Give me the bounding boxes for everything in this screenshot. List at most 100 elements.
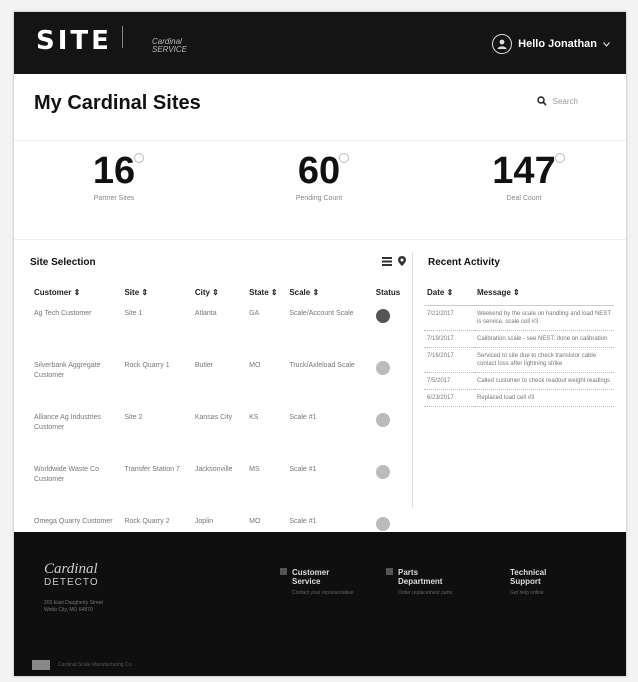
cell-status xyxy=(372,465,410,517)
footer-col-title-1: Customer xyxy=(292,568,330,577)
table-row[interactable]: 7/16/2017 Serviced to site due to check … xyxy=(424,347,614,373)
search-box[interactable]: Search xyxy=(536,96,578,106)
table-row[interactable]: 6/23/2017 Replaced load cell #3 xyxy=(424,389,614,407)
footer-col-sub: Contact your representative xyxy=(292,590,354,596)
phone-icon xyxy=(280,568,287,575)
status-indicator-icon xyxy=(375,413,390,427)
status-indicator-icon xyxy=(375,465,390,479)
footer: Cardinal DETECTO 203 East Daugherty Stre… xyxy=(14,532,626,676)
recent-activity-title: Recent Activity xyxy=(428,257,500,268)
chevron-down-icon xyxy=(603,38,610,50)
activity-table: Date ⇕ Message ⇕ 7/21/2017 Weekend by th… xyxy=(424,282,614,407)
cell-customer: Worldwide Waste Co Customer xyxy=(34,466,99,483)
footer-col-title-1: Parts xyxy=(398,568,419,577)
flag-icon xyxy=(32,660,50,670)
column-city[interactable]: City ⇕ xyxy=(191,282,245,309)
user-menu[interactable]: Hello Jonathan xyxy=(492,34,610,54)
cell-site: Site 2 xyxy=(124,414,143,421)
info-icon[interactable] xyxy=(554,153,565,163)
site-selection-title: Site Selection xyxy=(30,257,96,268)
cell-message: Serviced to site due to check transistor… xyxy=(474,347,614,373)
column-customer[interactable]: Customer ⇕ xyxy=(30,282,120,309)
site-logo[interactable]: SITE xyxy=(36,26,112,56)
footer-link-parts-department[interactable]: Parts Department Order replacement parts xyxy=(386,568,453,597)
cell-site: Transfer Station 7 xyxy=(124,466,180,473)
footer-col-title-1: Technical xyxy=(510,568,547,577)
footer-col-sub: Get help online xyxy=(510,590,544,596)
cell-site: Site 1 xyxy=(124,310,143,317)
footer-link-technical-support[interactable]: Technical Support Get help online xyxy=(510,568,546,597)
cell-city: Kansas City xyxy=(194,414,233,421)
search-input[interactable]: Search xyxy=(553,97,578,106)
stat-deal-count: 147 Deal Count xyxy=(444,149,604,202)
stat-label: Deal Count xyxy=(506,195,542,202)
column-message[interactable]: Message ⇕ xyxy=(474,282,614,306)
cell-date: 7/19/2017 xyxy=(424,330,474,348)
table-header-row: Customer ⇕ Site ⇕ City ⇕ State ⇕ Scale ⇕… xyxy=(30,282,410,309)
stat-value: 60 xyxy=(297,150,341,192)
page: SITE Cardinal SERVICE Hello Jonathan My … xyxy=(14,12,626,676)
footer-copyright: Cardinal Scale Manufacturing Co. xyxy=(58,662,133,668)
column-date[interactable]: Date ⇕ xyxy=(424,282,474,306)
logo-divider xyxy=(122,26,123,48)
stats-panel: 16 Partner Sites 60 Pending Count 147 De… xyxy=(14,140,626,240)
cell-state: MS xyxy=(249,466,260,473)
status-indicator-icon xyxy=(375,361,390,375)
stat-value: 16 xyxy=(92,150,136,192)
cell-status xyxy=(372,361,410,413)
cell-message: Replaced load cell #3 xyxy=(474,389,614,407)
cell-date: 7/16/2017 xyxy=(424,347,474,373)
footer-address: 203 East Daugherty Street Webb City, MO … xyxy=(44,600,103,614)
table-row[interactable]: Alliance Ag Industries Customer Site 2 K… xyxy=(30,413,410,465)
site-table: Customer ⇕ Site ⇕ City ⇕ State ⇕ Scale ⇕… xyxy=(30,282,410,569)
column-site[interactable]: Site ⇕ xyxy=(120,282,190,309)
table-row[interactable]: Silverbank Aggregate Customer Rock Quarr… xyxy=(30,361,410,413)
list-view-icon[interactable] xyxy=(382,256,392,266)
cell-city: Jacksonville xyxy=(194,466,233,473)
cell-customer: Ag Tech Customer xyxy=(34,310,92,317)
page-title: My Cardinal Sites xyxy=(34,92,201,114)
footer-col-title-2: Department xyxy=(398,577,443,586)
cell-scale: Scale #1 xyxy=(289,466,317,473)
stat-value: 147 xyxy=(492,150,556,192)
footer-brand-line-1: Cardinal xyxy=(44,561,98,577)
info-icon[interactable] xyxy=(134,153,145,163)
footer-col-title-2: Service xyxy=(292,577,321,586)
cell-state: KS xyxy=(249,414,259,421)
table-row[interactable]: Ag Tech Customer Site 1 Atlanta GA Scale… xyxy=(30,309,410,361)
address-line-2: Webb City, MO 64870 xyxy=(44,607,93,613)
stat-label: Partner Sites xyxy=(93,195,135,202)
table-row[interactable]: Worldwide Waste Co Customer Transfer Sta… xyxy=(30,465,410,517)
status-indicator-icon xyxy=(375,517,390,531)
gear-icon xyxy=(386,568,393,575)
cell-scale: Truck/Axleload Scale xyxy=(289,362,355,369)
cell-status xyxy=(372,309,410,361)
column-state[interactable]: State ⇕ xyxy=(245,282,285,309)
cell-state: GA xyxy=(249,310,260,317)
table-row[interactable]: 7/19/2017 Calibration scale - see NEST; … xyxy=(424,330,614,348)
footer-col-title-2: Support xyxy=(510,577,541,586)
footer-bottom: Cardinal Scale Manufacturing Co. xyxy=(32,660,133,670)
stat-pending-count: 60 Pending Count xyxy=(239,149,399,202)
column-scale[interactable]: Scale ⇕ xyxy=(285,282,371,309)
footer-logo[interactable]: Cardinal DETECTO xyxy=(44,562,99,590)
cell-message: Weekend by the scale on handling and loa… xyxy=(474,305,614,331)
user-greeting: Hello Jonathan xyxy=(518,38,597,50)
address-line-1: 203 East Daugherty Street xyxy=(44,600,103,606)
cell-date: 6/23/2017 xyxy=(424,389,474,407)
cell-city: Butler xyxy=(194,362,214,369)
search-icon xyxy=(536,96,547,106)
footer-col-sub: Order replacement parts xyxy=(398,590,453,596)
footer-brand-line-2: DETECTO xyxy=(44,577,99,588)
info-icon[interactable] xyxy=(339,153,350,163)
table-row[interactable]: 7/5/2017 Called customer to check readou… xyxy=(424,372,614,390)
map-pin-icon[interactable] xyxy=(398,256,406,266)
cell-city: Atlanta xyxy=(194,310,217,317)
cell-message: Called customer to check readout weight … xyxy=(474,372,614,390)
top-navigation-bar: SITE Cardinal SERVICE Hello Jonathan xyxy=(14,12,626,74)
status-indicator-icon xyxy=(375,309,390,323)
footer-link-customer-service[interactable]: Customer Service Contact your representa… xyxy=(280,568,354,597)
table-row[interactable]: 7/21/2017 Weekend by the scale on handli… xyxy=(424,305,614,331)
cell-scale: Scale #1 xyxy=(289,414,317,421)
stat-partner-sites: 16 Partner Sites xyxy=(34,149,194,202)
